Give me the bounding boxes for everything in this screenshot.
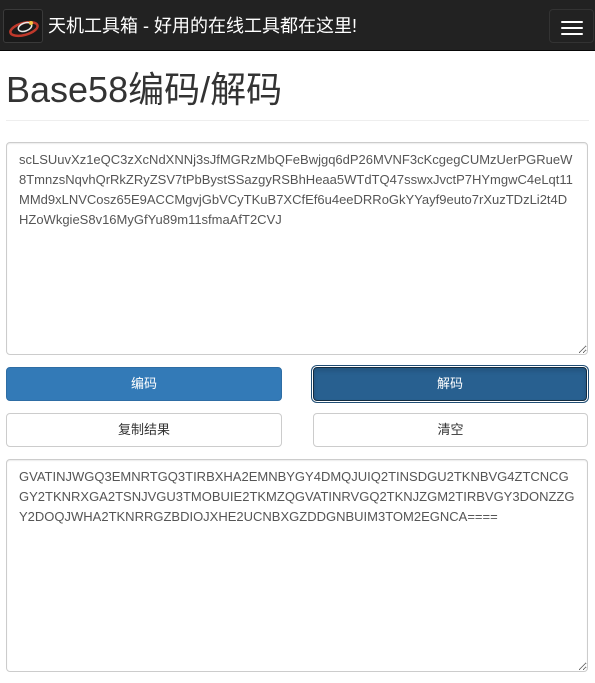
title-divider <box>6 120 589 121</box>
menu-toggle-button[interactable] <box>549 9 594 43</box>
output-textarea[interactable]: GVATINJWGQ3EMNRTGQ3TIRBXHA2EMNBYGY4DMQJU… <box>6 459 588 672</box>
input-textarea[interactable]: scLSUuvXz1eQC3zXcNdXNNj3sJfMGRzMbQFeBwjg… <box>6 142 588 355</box>
site-brand-title[interactable]: 天机工具箱 - 好用的在线工具都在这里! <box>48 13 357 39</box>
site-logo[interactable] <box>3 9 43 43</box>
page-title: Base58编码/解码 <box>6 69 283 110</box>
decode-button[interactable]: 解码 <box>313 367 587 401</box>
clear-button[interactable]: 清空 <box>313 413 588 447</box>
site-logo-swirl-icon <box>9 20 39 38</box>
hamburger-menu-icon <box>561 21 583 23</box>
encode-button[interactable]: 编码 <box>6 367 282 401</box>
hamburger-menu-icon-bar <box>561 33 583 35</box>
navbar: 天机工具箱 - 好用的在线工具都在这里! <box>0 0 595 51</box>
copy-result-button[interactable]: 复制结果 <box>6 413 282 447</box>
hamburger-menu-icon-bar <box>561 27 583 29</box>
